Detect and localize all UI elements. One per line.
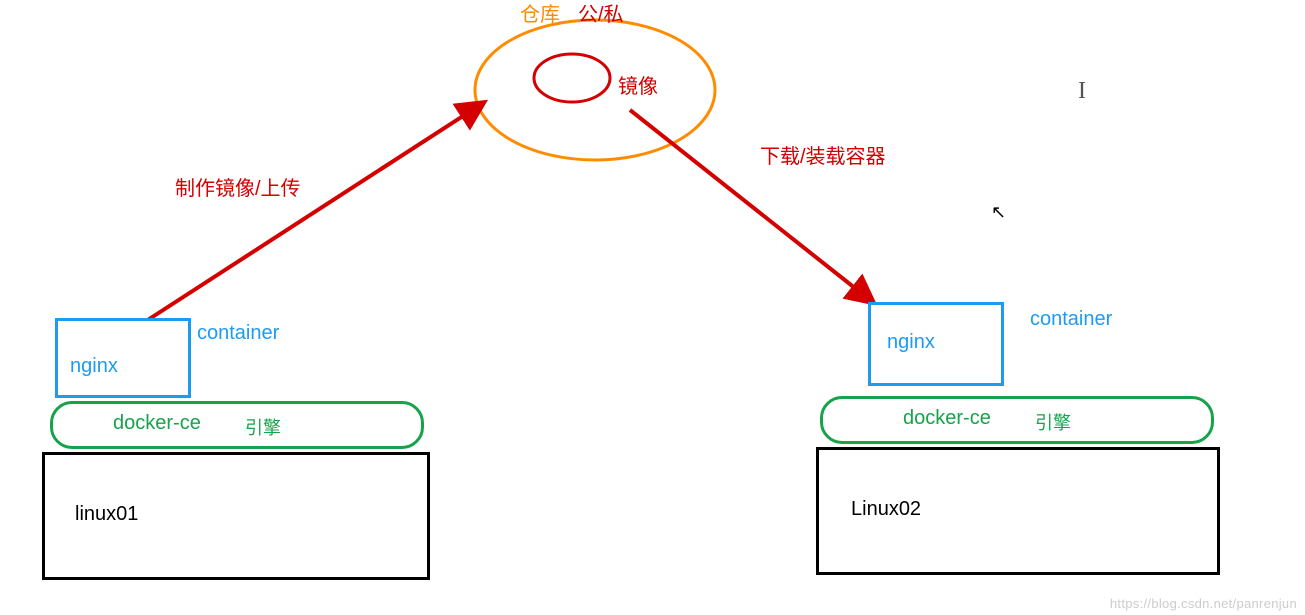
right-container-tag: container	[1030, 308, 1112, 331]
right-container-text: nginx	[887, 331, 935, 354]
left-container-text: nginx	[70, 355, 118, 378]
left-engine-tag: 引擎	[245, 414, 281, 440]
upload-label: 制作镜像/上传	[175, 172, 301, 201]
left-os-box: linux01	[42, 452, 430, 580]
download-label: 下载/装载容器	[760, 140, 886, 169]
watermark: https://blog.csdn.net/panrenjun	[1110, 596, 1297, 611]
right-os-label: Linux02	[851, 498, 921, 521]
diagram-stage: 仓库 公/私 镜像 制作镜像/上传 下载/装载容器 nginx containe…	[0, 0, 1305, 615]
text-caret-icon: I	[1078, 78, 1086, 105]
image-ellipse	[534, 54, 610, 102]
image-label: 镜像	[618, 70, 658, 99]
left-os-label: linux01	[75, 503, 138, 526]
repo-title: 仓库	[520, 0, 560, 27]
right-container-box: nginx	[868, 302, 1004, 386]
right-engine-name: docker-ce	[903, 407, 991, 430]
left-engine-box: docker-ce 引擎	[50, 401, 424, 449]
left-container-box: nginx	[55, 318, 191, 398]
download-arrow	[630, 110, 870, 300]
right-engine-box: docker-ce 引擎	[820, 396, 1214, 444]
repo-scope: 公/私	[578, 0, 624, 27]
right-engine-tag: 引擎	[1035, 409, 1071, 435]
right-os-box: Linux02	[816, 447, 1220, 575]
upload-arrow	[140, 105, 480, 325]
left-engine-name: docker-ce	[113, 412, 201, 435]
left-container-tag: container	[197, 322, 279, 345]
repo-ellipse	[475, 20, 715, 160]
cursor-icon: ↖	[991, 202, 1006, 223]
